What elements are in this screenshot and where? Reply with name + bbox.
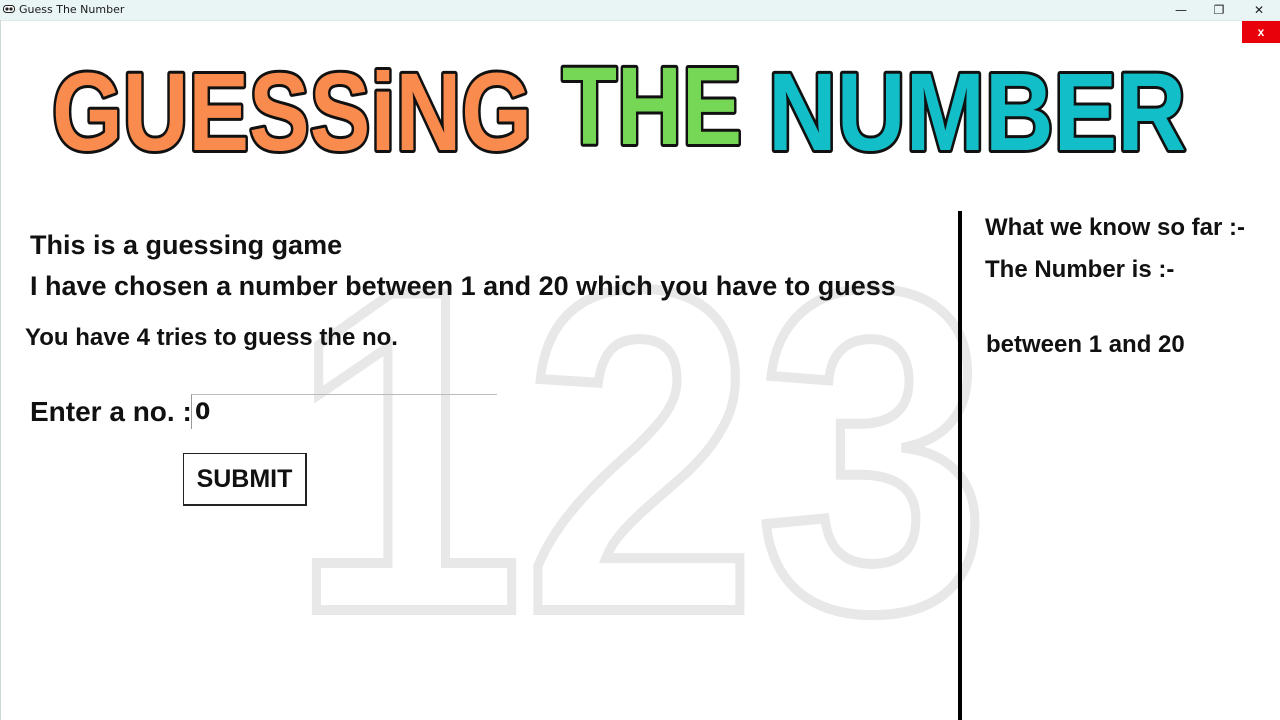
number-is-label: The Number is :- xyxy=(985,256,1175,283)
submit-button[interactable]: SUBMIT xyxy=(183,453,307,506)
banner-word-the: THE xyxy=(562,45,742,168)
description-text: I have chosen a number between 1 and 20 … xyxy=(30,271,896,301)
maximize-button[interactable]: ❐ xyxy=(1200,0,1238,20)
title-banner: GUESSiNG THE NUMBER xyxy=(49,42,1189,177)
app-icon xyxy=(3,5,15,13)
number-input[interactable] xyxy=(191,394,497,429)
app-close-button[interactable]: x xyxy=(1242,21,1280,43)
banner-word-guessing: GUESSiNG xyxy=(52,51,532,174)
panel-divider xyxy=(958,211,962,720)
minimize-button[interactable]: — xyxy=(1162,0,1200,20)
enter-number-label: Enter a no. : xyxy=(30,396,192,427)
window-title-bar: Guess The Number — ❐ ✕ xyxy=(0,0,1280,21)
window-frame xyxy=(0,20,1,720)
window-title: Guess The Number xyxy=(19,3,125,16)
intro-text: This is a guessing game xyxy=(30,230,343,260)
known-info-title: What we know so far :- xyxy=(985,214,1246,241)
range-hint: between 1 and 20 xyxy=(986,331,1185,358)
tries-text: You have 4 tries to guess the no. xyxy=(25,324,398,351)
banner-word-number: NUMBER xyxy=(768,51,1186,174)
window-close-button[interactable]: ✕ xyxy=(1240,0,1278,20)
